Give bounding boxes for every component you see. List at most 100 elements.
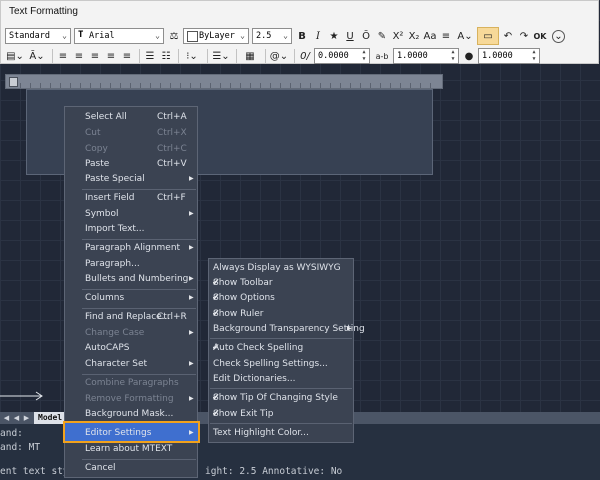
justify-icon[interactable]: ≡ — [104, 48, 118, 64]
text-formatting-toolbar: Text Formatting Standard ⌄ T Arial ⌄ ⚖ B… — [0, 0, 599, 64]
annotative-icon[interactable]: ⚖ — [167, 28, 181, 44]
menu-item-import-text[interactable]: Import Text... — [64, 221, 198, 236]
width-factor-icon: ● — [464, 50, 474, 62]
color-dropdown[interactable]: ByLayer ⌄ — [183, 28, 249, 44]
submenu-item-label: Show Options — [213, 292, 275, 303]
model-tab[interactable]: Model — [34, 412, 67, 424]
subscript-button[interactable]: X₂ — [407, 28, 421, 44]
submenu-item-show-toolbar[interactable]: ✔ Show Toolbar — [208, 275, 354, 290]
menu-item-insert-field[interactable]: Insert Field Ctrl+F — [64, 190, 198, 205]
menu-item-copy: Copy Ctrl+C — [64, 141, 198, 156]
submenu-item-label: Auto Check Spelling — [213, 342, 304, 353]
ruler-indent-marker[interactable] — [9, 77, 18, 87]
align-right-icon[interactable]: ≡ — [88, 48, 102, 64]
menu-item-label: Remove Formatting — [85, 393, 174, 404]
submenu-item-show-tip-of-changing-style[interactable]: ✔ Show Tip Of Changing Style — [208, 390, 354, 405]
menu-item-label: Combine Paragraphs — [85, 377, 179, 388]
ruler[interactable] — [5, 74, 443, 89]
menu-item-paste[interactable]: Paste Ctrl+V — [64, 156, 198, 171]
strikethrough-button[interactable]: ★ — [327, 28, 341, 44]
bullets-icon[interactable]: ☰⌄ — [211, 48, 231, 64]
spinner-icon[interactable]: ▲ ▼ — [449, 49, 457, 63]
chevron-down-icon: ⌄ — [283, 31, 288, 40]
menu-item-cut: Cut Ctrl+X — [64, 125, 198, 140]
menu-item-paste-special[interactable]: Paste Special ▶ — [64, 171, 198, 186]
menu-item-autocaps[interactable]: AutoCAPS — [64, 340, 198, 355]
menu-item-columns[interactable]: Columns ▶ — [64, 290, 198, 305]
menu-item-label: Cut — [85, 127, 101, 138]
menu-item-label: Change Case — [85, 327, 145, 338]
align-center-icon[interactable]: ≡ — [72, 48, 86, 64]
stack-button[interactable]: ≡ — [439, 28, 453, 44]
mtext-justification-icon[interactable]: Ā⌄ — [27, 48, 47, 64]
text-style-button[interactable]: A⌄ — [455, 28, 475, 44]
ruler-ticks — [20, 83, 438, 88]
menu-item-label: Insert Field — [85, 192, 135, 203]
insert-field-icon[interactable]: ▦ — [240, 48, 260, 64]
oblique-angle-icon: 0/ — [300, 50, 310, 62]
menu-item-find-and-replace[interactable]: Find and Replace... Ctrl+R — [64, 309, 198, 324]
menu-item-label: Paragraph Alignment — [85, 242, 181, 253]
width-factor-field[interactable]: 1.0000 ▲ ▼ — [478, 48, 540, 64]
menu-item-cancel[interactable]: Cancel — [64, 460, 198, 475]
columns-icon[interactable]: ▤⌄ — [5, 48, 25, 64]
tracking-field[interactable]: 1.0000 ▲ ▼ — [393, 48, 459, 64]
menu-item-editor-settings[interactable]: Editor Settings ▶ — [64, 425, 198, 440]
line-spacing-icon[interactable]: ☷ — [159, 48, 173, 64]
symbol-button[interactable]: @ ⌄ — [269, 48, 289, 64]
text-height-dropdown[interactable]: 2.5 ⌄ — [252, 28, 292, 44]
menu-item-character-set[interactable]: Character Set ▶ — [64, 356, 198, 371]
submenu-item-show-options[interactable]: ✔ Show Options — [208, 290, 354, 305]
prev-tab-icon[interactable]: ◀ — [12, 413, 21, 423]
change-case-button[interactable]: Aa — [423, 28, 437, 44]
submenu-item-show-ruler[interactable]: ✔ Show Ruler — [208, 306, 354, 321]
overline-button[interactable]: Ō — [359, 28, 373, 44]
menu-item-bullets-and-numbering[interactable]: Bullets and Numbering ▶ — [64, 271, 198, 286]
align-left-icon[interactable]: ≡ — [56, 48, 70, 64]
submenu-item-show-exit-tip[interactable]: ✔ Show Exit Tip — [208, 406, 354, 421]
oblique-angle-field[interactable]: 0.0000 ▲ ▼ — [314, 48, 370, 64]
menu-item-learn-about-mtext[interactable]: Learn about MTEXT — [64, 441, 198, 456]
font-dropdown[interactable]: T Arial ⌄ — [74, 28, 164, 44]
menu-item-symbol[interactable]: Symbol ▶ — [64, 206, 198, 221]
redo-button[interactable]: ↷ — [517, 28, 531, 44]
spinner-icon[interactable]: ▲ ▼ — [530, 49, 538, 63]
shortcut-label: Ctrl+R — [157, 311, 187, 322]
underline-button[interactable]: U — [343, 28, 357, 44]
spinner-icon[interactable]: ▲ ▼ — [360, 49, 368, 63]
submenu-item-label: Show Tip Of Changing Style — [213, 392, 338, 403]
menu-item-label: AutoCAPS — [85, 342, 130, 353]
bold-button[interactable]: B — [295, 28, 309, 44]
menu-item-remove-formatting: Remove Formatting ▶ — [64, 391, 198, 406]
menu-item-change-case: Change Case ▶ — [64, 325, 198, 340]
highlight-color-button[interactable]: ▭ — [477, 27, 499, 45]
command-history-line: ight: 2.5 Annotative: No — [205, 466, 343, 477]
menu-item-label: Cancel — [85, 462, 116, 473]
menu-item-background-mask[interactable]: Background Mask... — [64, 406, 198, 421]
menu-item-paragraph[interactable]: Paragraph... — [64, 256, 198, 271]
next-tab-icon[interactable]: ▶ — [22, 413, 31, 423]
ucs-arrow-icon — [0, 391, 43, 401]
menu-item-paragraph-alignment[interactable]: Paragraph Alignment ▶ — [64, 240, 198, 255]
shortcut-label: Ctrl+C — [157, 143, 187, 154]
first-tab-icon[interactable]: ◀ — [2, 413, 11, 423]
submenu-item-background-transparency-setting[interactable]: Background Transparency Setting ▶ — [208, 321, 365, 336]
numbering-icon[interactable]: ⁝⌄ — [182, 48, 202, 64]
options-chevron-button[interactable]: ⌄ — [552, 29, 565, 43]
menu-item-label: Columns — [85, 292, 125, 303]
distribute-icon[interactable]: ≡ — [120, 48, 134, 64]
ok-button[interactable]: OK — [533, 28, 547, 44]
submenu-item-text-highlight-color[interactable]: Text Highlight Color... — [208, 425, 354, 440]
undo-button[interactable]: ↶ — [501, 28, 515, 44]
submenu-item-check-spelling-settings[interactable]: Check Spelling Settings... — [208, 356, 354, 371]
match-format-icon[interactable]: ✎ — [375, 28, 389, 44]
submenu-item-always-display-as-wysiwyg[interactable]: Always Display as WYSIWYG — [208, 260, 354, 275]
style-dropdown[interactable]: Standard ⌄ — [5, 28, 71, 44]
menu-item-select-all[interactable]: Select All Ctrl+A — [64, 109, 198, 124]
submenu-item-label: Edit Dictionaries... — [213, 373, 296, 384]
italic-button[interactable]: I — [311, 28, 325, 44]
superscript-button[interactable]: X² — [391, 28, 405, 44]
submenu-item-edit-dictionaries[interactable]: Edit Dictionaries... — [208, 371, 354, 386]
paragraph-icon[interactable]: ☰ — [143, 48, 157, 64]
submenu-item-auto-check-spelling[interactable]: ✔ Auto Check Spelling — [208, 340, 354, 355]
